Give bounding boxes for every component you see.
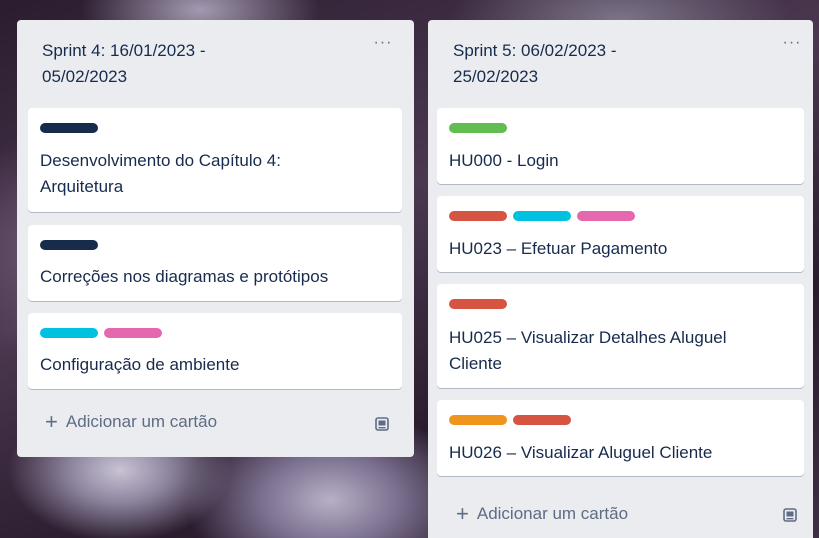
- label[interactable]: [40, 328, 98, 338]
- card-title: Correções nos diagramas e protótipos: [40, 267, 329, 286]
- card[interactable]: HU000 - Login: [437, 108, 804, 184]
- card[interactable]: Desenvolvimento do Capítulo 4: Arquitetu…: [28, 108, 402, 212]
- label[interactable]: [449, 123, 507, 133]
- card-labels[interactable]: [449, 123, 507, 133]
- card-template-icon[interactable]: [783, 508, 797, 522]
- label[interactable]: [40, 123, 98, 133]
- card-template-icon[interactable]: [375, 417, 389, 431]
- card-labels[interactable]: [449, 299, 507, 309]
- label[interactable]: [40, 240, 98, 250]
- add-card-label: Adicionar um cartão: [65, 412, 218, 431]
- list-menu-button[interactable]: ···: [371, 34, 395, 54]
- list-sprint-5: Sprint 5: 06/02/2023 - 25/02/2023 ··· HU…: [428, 20, 813, 538]
- card-title: Configuração de ambiente: [40, 355, 240, 374]
- list-menu-button[interactable]: ···: [780, 34, 804, 54]
- add-card-button[interactable]: + Adicionar um cartão: [456, 501, 629, 526]
- label[interactable]: [513, 211, 571, 221]
- card-labels[interactable]: [40, 328, 162, 338]
- label[interactable]: [449, 299, 507, 309]
- card-title: HU025 – Visualizar Detalhes Aluguel Clie…: [449, 328, 727, 373]
- card-labels[interactable]: [449, 415, 571, 425]
- card[interactable]: Correções nos diagramas e protótipos: [28, 225, 402, 301]
- card-title: HU026 – Visualizar Aluguel Cliente: [449, 443, 713, 462]
- card-title: HU000 - Login: [449, 151, 559, 170]
- card-labels[interactable]: [40, 123, 98, 133]
- card[interactable]: HU025 – Visualizar Detalhes Aluguel Clie…: [437, 284, 804, 388]
- card[interactable]: HU026 – Visualizar Aluguel Cliente: [437, 400, 804, 476]
- label[interactable]: [513, 415, 571, 425]
- card-labels[interactable]: [40, 240, 98, 250]
- label[interactable]: [449, 415, 507, 425]
- add-card-label: Adicionar um cartão: [476, 504, 629, 523]
- card[interactable]: HU023 – Efetuar Pagamento: [437, 196, 804, 272]
- list-title[interactable]: Sprint 5: 06/02/2023 - 25/02/2023: [453, 38, 617, 90]
- label[interactable]: [104, 328, 162, 338]
- card-labels[interactable]: [449, 211, 635, 221]
- list-title[interactable]: Sprint 4: 16/01/2023 - 05/02/2023: [42, 38, 206, 90]
- card[interactable]: Configuração de ambiente: [28, 313, 402, 389]
- label[interactable]: [577, 211, 635, 221]
- plus-icon: +: [456, 501, 469, 526]
- list-sprint-4: Sprint 4: 16/01/2023 - 05/02/2023 ··· De…: [17, 20, 414, 457]
- plus-icon: +: [45, 409, 58, 434]
- card-title: Desenvolvimento do Capítulo 4: Arquitetu…: [40, 151, 281, 196]
- add-card-button[interactable]: + Adicionar um cartão: [45, 409, 218, 434]
- label[interactable]: [449, 211, 507, 221]
- card-title: HU023 – Efetuar Pagamento: [449, 239, 668, 258]
